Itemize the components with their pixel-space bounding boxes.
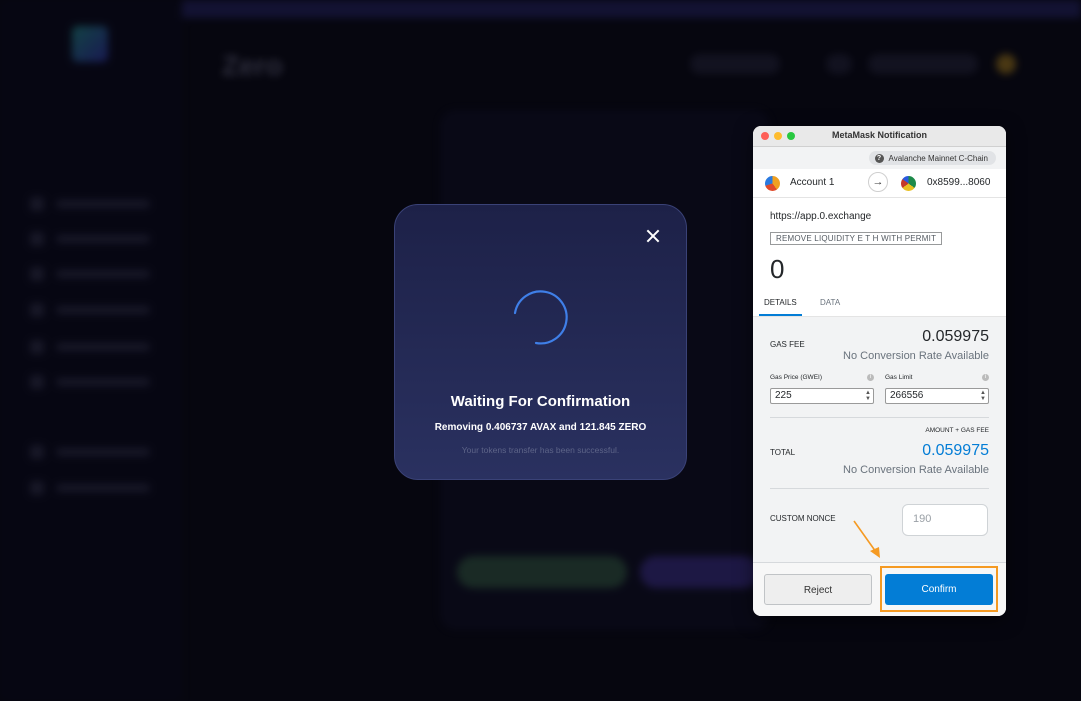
arrow-right-icon: → [868,172,888,192]
annotation-arrow-icon [853,520,880,558]
confirm-button[interactable]: Confirm [885,574,993,605]
account-identicon-icon [765,176,780,191]
sidebar-item [30,481,150,495]
wallet-button [868,54,978,74]
stepper-icon[interactable]: ▲ ▼ [980,390,986,402]
info-icon[interactable]: i [867,374,874,381]
brand-title: Zero [222,50,283,81]
divider [770,417,989,418]
total-label: TOTAL [770,448,796,457]
modal-subtitle: Removing 0.406737 AVAX and 121.845 ZERO [434,422,647,433]
gas-fee-value: 0.059975 [922,328,989,345]
total-caption: AMOUNT + GAS FEE [925,427,989,434]
custom-nonce-input[interactable]: 190 [902,504,988,536]
sidebar-item [30,232,150,246]
sidebar-item [30,303,150,317]
loading-spinner-icon [513,290,568,345]
window-title: MetaMask Notification [831,130,927,140]
gas-price-label: Gas Price (GWEI) [770,374,823,381]
window-titlebar: MetaMask Notification [753,126,1006,147]
reject-button[interactable]: Reject [764,574,872,605]
announcement-bar [182,0,1081,18]
sidebar-item [30,197,150,211]
network-label: Avalanche Mainnet C-Chain [888,153,988,163]
tab-data[interactable]: DATA [820,298,840,307]
custom-nonce-label: CUSTOM NONCE [770,514,836,523]
account-row: Account 1 → 0x8599...8060 [753,169,1006,198]
sidebar-item [30,445,150,459]
question-icon: ? [874,153,884,163]
method-badge: REMOVE LIQUIDITY E T H WITH PERMIT [770,232,943,245]
app-logo [72,26,108,62]
gas-fee-conversion: No Conversion Rate Available [843,350,989,362]
total-value: 0.059975 [922,442,989,459]
sidebar-item [30,340,150,354]
gas-price-input[interactable]: 225 ▲ ▼ [770,388,874,404]
from-account[interactable]: Account 1 [790,177,834,188]
network-row: ? Avalanche Mainnet C-Chain [753,147,1006,169]
info-icon[interactable]: i [982,374,989,381]
action-footer: Reject Confirm [753,562,1006,616]
tab-bar: DETAILS DATA [753,292,1006,317]
modal-note: Your tokens transfer has been successful… [461,445,620,455]
sidebar [0,0,182,701]
active-tab-indicator [759,314,802,316]
network-selector [690,54,780,74]
total-conversion: No Conversion Rate Available [843,464,989,476]
approve-button [457,556,627,588]
avatar [996,54,1016,74]
modal-title: Waiting For Confirmation [450,393,631,410]
waiting-modal: Waiting For Confirmation Removing 0.4067… [394,204,687,480]
stepper-icon[interactable]: ▲ ▼ [865,390,871,402]
sidebar-item [30,375,150,389]
gas-fee-label: GAS FEE [770,340,805,349]
to-address[interactable]: 0x8599...8060 [927,177,990,188]
network-badge: ? Avalanche Mainnet C-Chain [868,151,996,165]
gas-limit-value: 266556 [890,390,924,401]
gas-limit-input[interactable]: 266556 ▲ ▼ [885,388,989,404]
close-icon[interactable] [644,227,662,245]
gas-price-value: 225 [775,390,792,401]
settings-button [826,54,852,74]
divider [770,488,989,489]
recipient-identicon-icon [901,176,916,191]
transaction-amount: 0 [770,254,785,284]
remove-button [640,556,760,588]
sidebar-item [30,267,150,281]
tab-details[interactable]: DETAILS [764,298,797,307]
gas-limit-label: Gas Limit [885,374,913,381]
origin-url: https://app.0.exchange [770,211,872,222]
